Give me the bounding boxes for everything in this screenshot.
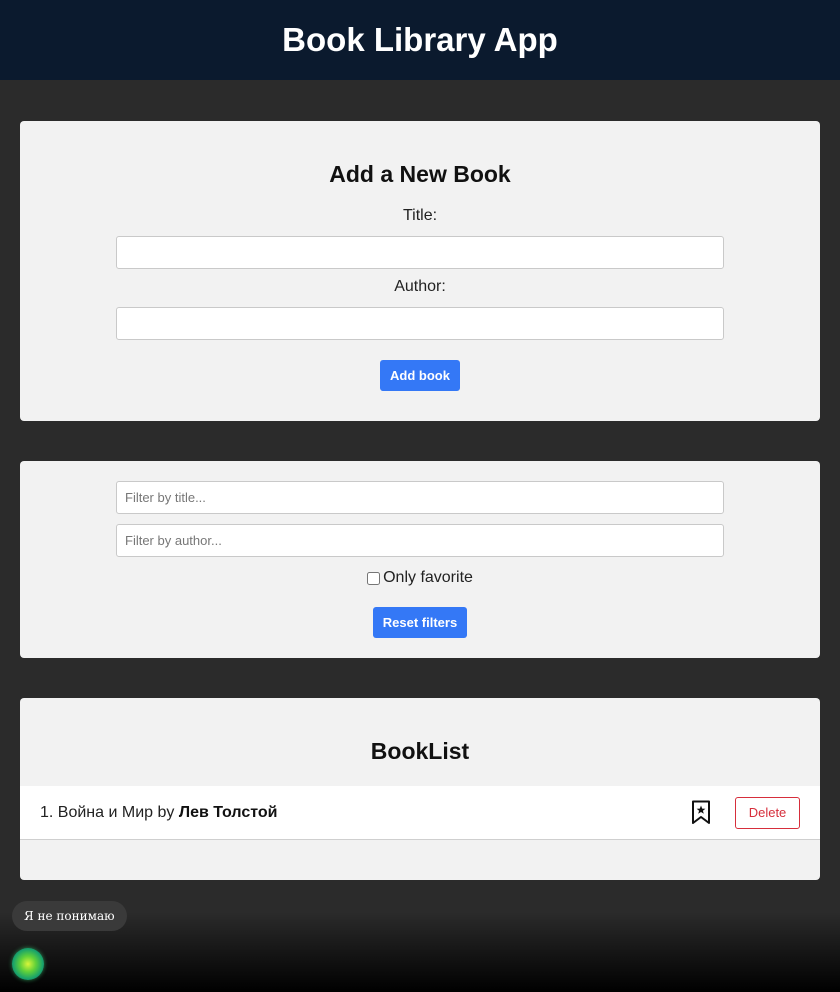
favorite-toggle-button[interactable] — [689, 799, 713, 827]
book-text: 1. Война и Мир by Лев Толстой — [40, 804, 689, 822]
add-book-heading: Add a New Book — [329, 161, 511, 187]
reset-filters-button[interactable]: Reset filters — [373, 607, 467, 638]
title-input[interactable] — [116, 236, 724, 269]
filter-title-input[interactable] — [116, 481, 724, 514]
book-by: by — [157, 803, 175, 821]
add-book-button[interactable]: Add book — [380, 360, 460, 391]
author-label: Author: — [394, 278, 446, 295]
delete-book-button[interactable]: Delete — [735, 796, 800, 829]
book-title: Война и Мир — [57, 803, 154, 821]
title-label: Title: — [402, 207, 438, 224]
chat-bubble: Я не понимаю — [12, 901, 127, 931]
add-book-card: Add a New Book Title: Author: Add book — [20, 121, 820, 421]
only-favorite-label: Only favorite — [383, 569, 473, 586]
assistant-orb-icon[interactable] — [12, 948, 44, 980]
bookmark-star-icon — [692, 800, 710, 824]
book-index: 1. — [40, 803, 54, 821]
only-favorite-checkbox[interactable] — [367, 571, 381, 585]
only-favorite-row: Only favorite — [20, 569, 820, 587]
book-list-card: BookList 1. Война и Мир by Лев Толстой D… — [20, 698, 820, 880]
filter-author-input[interactable] — [116, 524, 724, 557]
bottom-gradient — [0, 912, 840, 992]
author-input[interactable] — [116, 307, 724, 340]
filter-card: Only favorite Reset filters — [20, 461, 820, 658]
book-author: Лев Толстой — [178, 803, 278, 821]
app-header: Book Library App — [0, 0, 840, 80]
book-list-item: 1. Война и Мир by Лев Толстой Delete — [20, 786, 820, 840]
app-title: Book Library App — [282, 21, 558, 58]
book-list-heading: BookList — [370, 738, 470, 764]
